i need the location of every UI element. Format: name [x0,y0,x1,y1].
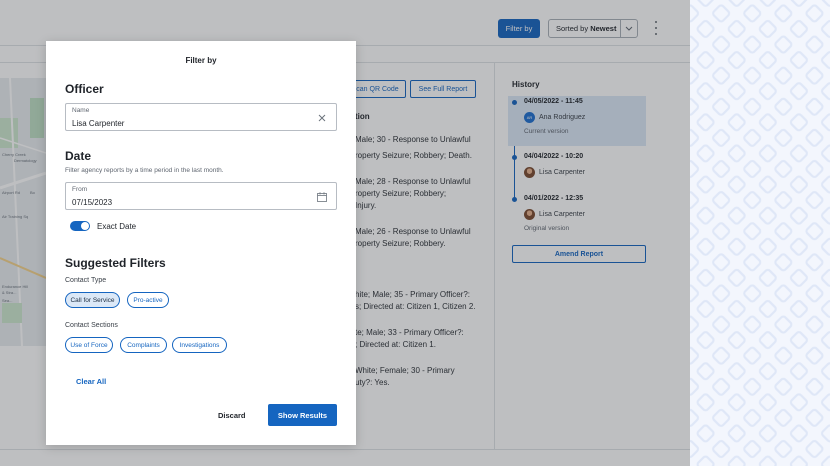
modal-title: Filter by [185,56,217,65]
exact-date-label: Exact Date [97,222,137,231]
date-heading: Date [65,149,92,163]
chip-use-of-force[interactable]: Use of Force [65,337,113,353]
from-label: From [72,186,88,193]
officer-name-input[interactable] [72,119,302,128]
show-results-button[interactable]: Show Results [268,404,337,426]
chip-investigations[interactable]: Investigations [172,337,227,353]
background-pattern [690,0,830,466]
from-date-input[interactable] [72,198,302,207]
clear-all-button[interactable]: Clear All [76,377,106,386]
contact-sections-label: Contact Sections [65,322,118,329]
name-label: Name [72,107,90,114]
suggested-filters-heading: Suggested Filters [65,256,166,270]
toggle-knob [81,222,89,230]
discard-button[interactable]: Discard [218,411,246,420]
chip-pro-active[interactable]: Pro-active [127,292,169,308]
chip-complaints[interactable]: Complaints [120,337,167,353]
calendar-icon[interactable] [316,191,328,203]
filter-modal: Filter by Officer Name Date Filter agenc… [46,41,356,445]
clear-icon[interactable] [316,112,328,124]
officer-name-field[interactable]: Name [65,103,337,131]
from-date-field[interactable]: From [65,182,337,210]
exact-date-toggle[interactable] [70,221,90,231]
officer-heading: Officer [65,82,104,96]
date-help-text: Filter agency reports by a time period i… [65,167,224,174]
contact-type-label: Contact Type [65,277,107,284]
chip-call-for-service[interactable]: Call for Service [65,292,120,308]
